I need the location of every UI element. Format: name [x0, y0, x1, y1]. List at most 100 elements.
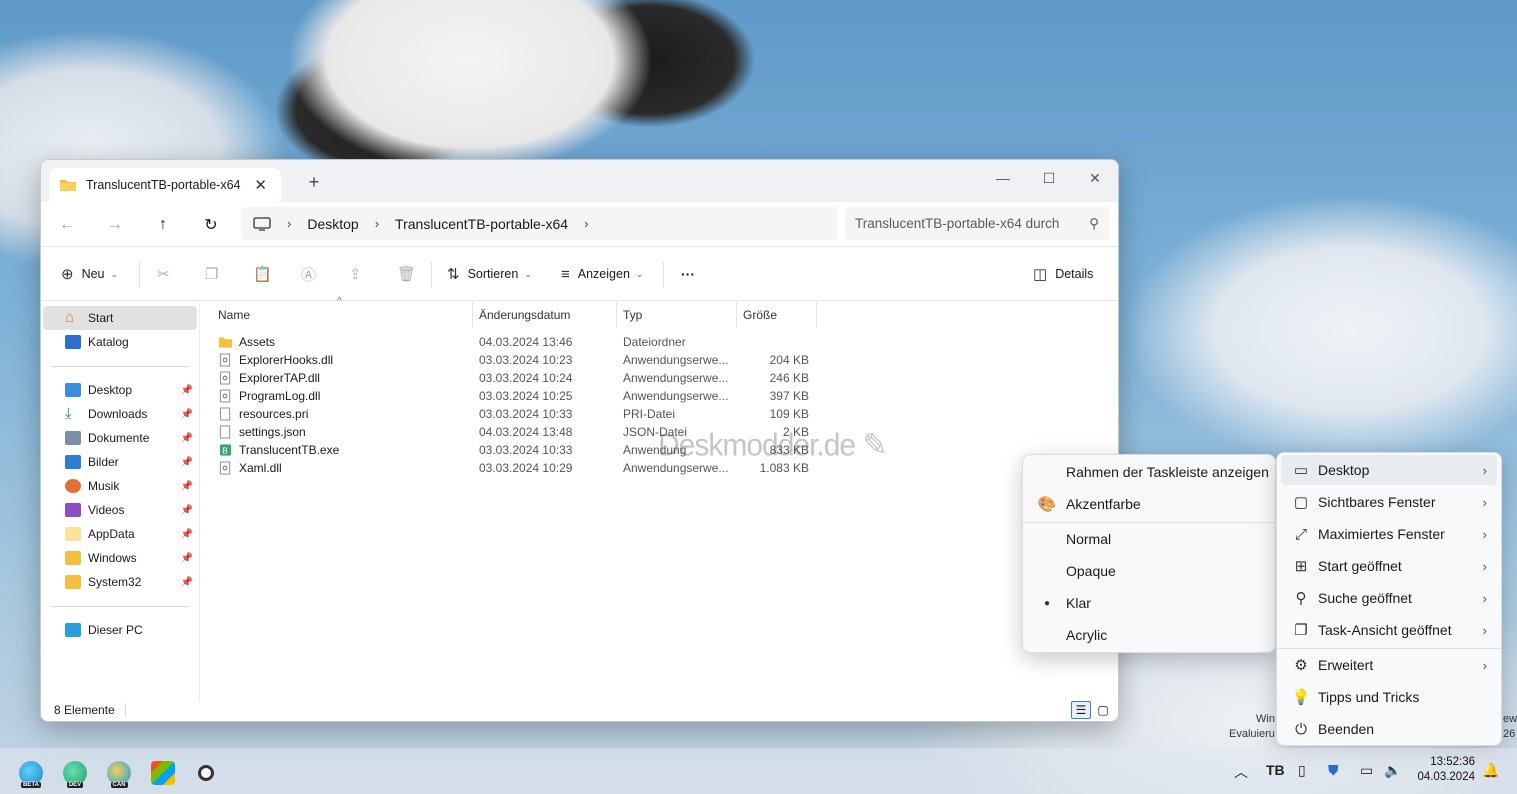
column-divider[interactable]: [616, 302, 617, 328]
column-divider[interactable]: [472, 302, 473, 328]
tab-active[interactable]: TranslucentTB-portable-x64 ✕: [49, 168, 281, 202]
security-icon[interactable]: ⛊: [1328, 762, 1339, 779]
back-button[interactable]: ←: [53, 212, 81, 238]
pc-icon: [65, 623, 81, 637]
speaker-icon[interactable]: 🔈: [1384, 762, 1401, 779]
copy-button[interactable]: ❐: [205, 261, 218, 287]
menu-item-maximized-window[interactable]: ⤢ Maximiertes Fenster ›: [1281, 519, 1497, 549]
translucenttb-tray-icon[interactable]: TB: [1266, 762, 1285, 778]
menu-item-start-open[interactable]: ⊞ Start geöffnet ›: [1281, 551, 1497, 581]
menu-item-advanced[interactable]: ⚙ Erweitert ›: [1281, 650, 1497, 680]
edge-dev-icon[interactable]: DEV: [63, 761, 87, 788]
chevron-up-icon[interactable]: ︿: [1234, 762, 1248, 782]
sidebar-item-musik[interactable]: Musik 📌: [43, 474, 197, 498]
share-button[interactable]: ⇪: [349, 261, 362, 287]
file-size: 204 KB: [769, 353, 809, 367]
view-button[interactable]: ≡ Anzeigen ⌄: [561, 261, 643, 287]
pin-icon[interactable]: 📌: [181, 409, 193, 420]
sidebar-item-start[interactable]: ⌂ Start: [43, 306, 197, 330]
camera-app-icon[interactable]: [198, 765, 214, 781]
table-row[interactable]: ExplorerTAP.dll 03.03.2024 10:24 Anwendu…: [211, 369, 821, 387]
breadcrumb[interactable]: › Desktop › TranslucentTB-portable-x64 ›: [241, 207, 837, 240]
details-view-button[interactable]: ☰: [1071, 701, 1091, 719]
edge-beta-icon[interactable]: BETA: [19, 761, 43, 788]
store-icon[interactable]: [151, 761, 175, 785]
sort-button[interactable]: ⇅ Sortieren ⌄: [447, 261, 532, 287]
menu-item-klar[interactable]: ● Klar: [1027, 588, 1271, 618]
new-tab-button[interactable]: +: [303, 172, 325, 193]
menu-item-tips[interactable]: 💡 Tipps und Tricks: [1281, 682, 1497, 712]
close-tab-icon[interactable]: ✕: [250, 176, 271, 194]
menu-item-taskview-open[interactable]: ❐ Task-Ansicht geöffnet ›: [1281, 615, 1497, 645]
pin-icon[interactable]: 📌: [181, 577, 193, 588]
delete-button[interactable]: 🗑: [397, 261, 416, 287]
folder-icon: [219, 337, 232, 348]
pin-icon[interactable]: 📌: [181, 481, 193, 492]
up-button[interactable]: ↑: [149, 212, 177, 238]
menu-item-desktop[interactable]: ▭ Desktop ›: [1281, 455, 1497, 485]
file-name: TranslucentTB.exe: [239, 443, 340, 457]
menu-item-exit[interactable]: ⏻ Beenden: [1281, 714, 1497, 744]
menu-item-acrylic[interactable]: Acrylic: [1027, 620, 1271, 650]
scissors-icon: ✂: [157, 266, 170, 283]
details-button[interactable]: ◫ Details: [1033, 261, 1093, 287]
column-divider[interactable]: [736, 302, 737, 328]
search-input[interactable]: TranslucentTB-portable-x64 durch ⚲: [845, 207, 1109, 240]
breadcrumb-item[interactable]: Desktop: [307, 216, 358, 232]
more-options-button[interactable]: ···: [681, 261, 695, 287]
table-row[interactable]: resources.pri 03.03.2024 10:33 PRI-Datei…: [211, 405, 821, 423]
menu-item-visible-window[interactable]: ▢ Sichtbares Fenster ›: [1281, 487, 1497, 517]
sidebar-item-katalog[interactable]: Katalog: [43, 330, 197, 354]
menu-item-search-open[interactable]: ⚲ Suche geöffnet ›: [1281, 583, 1497, 613]
column-divider[interactable]: [816, 302, 817, 328]
breadcrumb-item[interactable]: TranslucentTB-portable-x64: [395, 216, 568, 232]
tiles-view-button[interactable]: ▢: [1093, 701, 1113, 719]
close-window-button[interactable]: ✕: [1072, 164, 1118, 192]
sidebar-item-downloads[interactable]: ⤓ Downloads 📌: [43, 402, 197, 426]
sidebar-item-system32[interactable]: System32 📌: [43, 570, 197, 594]
pin-icon[interactable]: 📌: [181, 553, 193, 564]
sidebar-item-dokumente[interactable]: Dokumente 📌: [43, 426, 197, 450]
pin-icon[interactable]: 📌: [181, 433, 193, 444]
pin-icon[interactable]: 📌: [181, 385, 193, 396]
cut-button[interactable]: ✂: [157, 261, 170, 287]
column-header-type[interactable]: Typ: [623, 302, 642, 328]
rename-button[interactable]: Ⓐ: [301, 261, 316, 287]
menu-item-normal[interactable]: Normal: [1027, 524, 1271, 554]
usb-icon[interactable]: ▯: [1298, 762, 1306, 779]
minimize-button[interactable]: —: [980, 164, 1026, 192]
pin-icon[interactable]: 📌: [181, 457, 193, 468]
svg-text:B: B: [222, 446, 228, 456]
column-header-name[interactable]: Name: [218, 302, 250, 328]
menu-item-opaque[interactable]: Opaque: [1027, 556, 1271, 586]
maximize-button[interactable]: ☐: [1026, 164, 1072, 192]
table-row[interactable]: Assets 04.03.2024 13:46 Dateiordner: [211, 333, 821, 351]
display-icon[interactable]: ▭: [1360, 762, 1373, 779]
sidebar-item-this-pc[interactable]: Dieser PC: [43, 618, 197, 642]
refresh-button[interactable]: ↻: [197, 212, 225, 238]
pane-divider[interactable]: [199, 302, 200, 702]
edge-canary-icon[interactable]: CAN: [107, 761, 131, 788]
column-header-date[interactable]: Änderungsdatum: [479, 302, 570, 328]
notification-bell-icon[interactable]: 🔔: [1482, 762, 1499, 779]
pin-icon[interactable]: 📌: [181, 529, 193, 540]
clock[interactable]: 13:52:36 04.03.2024: [1417, 755, 1475, 785]
copy-icon: ❐: [205, 266, 219, 283]
sidebar-item-appdata[interactable]: AppData 📌: [43, 522, 197, 546]
table-row[interactable]: ExplorerHooks.dll 03.03.2024 10:23 Anwen…: [211, 351, 821, 369]
sidebar-item-videos[interactable]: Videos 📌: [43, 498, 197, 522]
chevron-right-icon[interactable]: ›: [584, 216, 588, 231]
menu-item-accent-color[interactable]: 🎨 Akzentfarbe: [1027, 489, 1271, 519]
menu-item-label: Task-Ansicht geöffnet: [1318, 622, 1452, 638]
menu-item-taskbar-border[interactable]: Rahmen der Taskleiste anzeigen: [1027, 457, 1271, 487]
sidebar-item-bilder[interactable]: Bilder 📌: [43, 450, 197, 474]
sidebar-item-desktop[interactable]: Desktop 📌: [43, 378, 197, 402]
dll-icon: [219, 353, 231, 367]
forward-button[interactable]: →: [101, 212, 129, 238]
paste-button[interactable]: 📋: [253, 261, 272, 287]
column-header-size[interactable]: Größe: [743, 302, 777, 328]
pin-icon[interactable]: 📌: [181, 505, 193, 516]
table-row[interactable]: ProgramLog.dll 03.03.2024 10:25 Anwendun…: [211, 387, 821, 405]
new-button[interactable]: ⊕ Neu ⌄: [61, 261, 118, 287]
sidebar-item-windows[interactable]: Windows 📌: [43, 546, 197, 570]
